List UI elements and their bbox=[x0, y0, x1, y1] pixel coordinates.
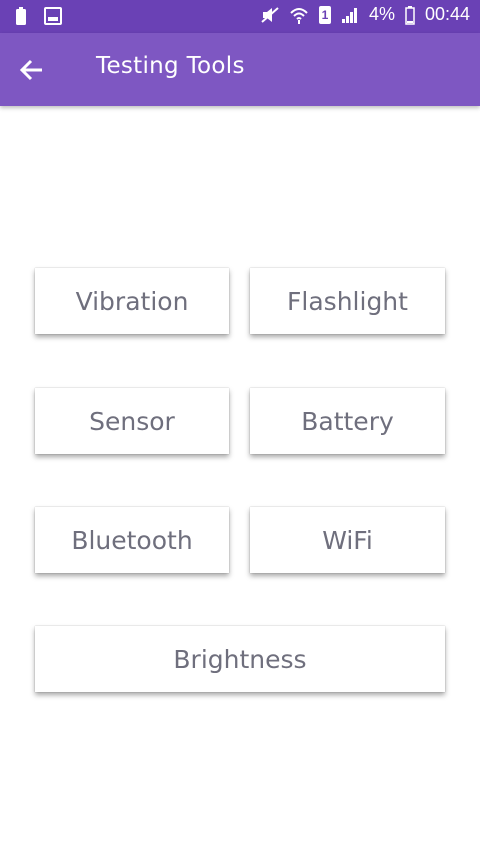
brightness-button[interactable]: Brightness bbox=[35, 626, 445, 692]
wifi-icon bbox=[290, 7, 308, 24]
signal-icon bbox=[341, 7, 357, 23]
mute-icon bbox=[261, 6, 279, 23]
system-icons: 1 4% 00:44 bbox=[261, 4, 470, 25]
battery-icon bbox=[405, 5, 415, 25]
sim-icon: 1 bbox=[318, 5, 331, 24]
bluetooth-button[interactable]: Bluetooth bbox=[35, 507, 229, 573]
wifi-button[interactable]: WiFi bbox=[250, 507, 445, 573]
app-bar: Testing Tools bbox=[0, 33, 480, 106]
status-bar: 1 4% 00:44 bbox=[0, 0, 480, 33]
battery-percent: 4% bbox=[368, 4, 395, 24]
back-arrow-icon[interactable] bbox=[18, 55, 48, 85]
image-icon bbox=[44, 7, 62, 25]
flashlight-button[interactable]: Flashlight bbox=[250, 268, 445, 334]
battery-button[interactable]: Battery bbox=[250, 388, 445, 454]
vibration-button[interactable]: Vibration bbox=[35, 268, 229, 334]
notification-icons bbox=[14, 6, 62, 26]
page-title: Testing Tools bbox=[96, 53, 245, 79]
sensor-button[interactable]: Sensor bbox=[35, 388, 229, 454]
battery-alert-icon bbox=[16, 7, 26, 25]
clock: 00:44 bbox=[424, 4, 470, 24]
